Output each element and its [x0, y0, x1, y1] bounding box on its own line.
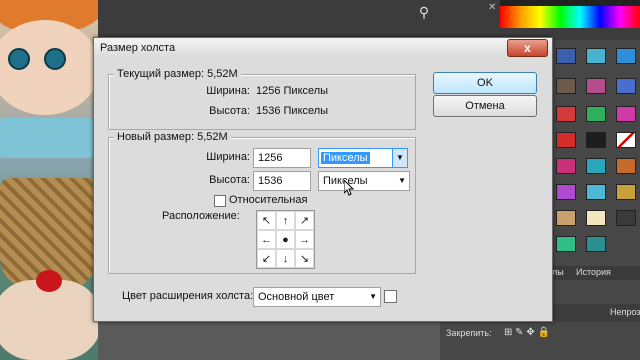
doll-eye-left — [8, 48, 30, 70]
tab-history[interactable]: История — [576, 267, 611, 277]
dialog-title: Размер холста — [100, 42, 176, 54]
width-unit-value: Пикселы — [321, 152, 370, 164]
style-swatch[interactable] — [586, 210, 606, 226]
anchor-right-icon[interactable]: → — [295, 230, 314, 249]
anchor-grid[interactable]: ↖ ↑ ↗ ← ● → ↙ ↓ ↘ — [256, 210, 315, 269]
document-canvas-photo — [0, 0, 98, 360]
style-swatch[interactable] — [586, 132, 606, 148]
style-swatch[interactable] — [586, 236, 606, 252]
current-height-label: Высота: — [209, 105, 250, 117]
anchor-top-left-icon[interactable]: ↖ — [257, 211, 276, 230]
layers-lock-bar: Закрепить: ⊞ ✎ ✥ 🔒 — [440, 322, 550, 360]
new-height-label: Высота: — [209, 174, 250, 186]
height-unit-select[interactable]: Пикселы ▼ — [318, 171, 410, 191]
style-swatch[interactable] — [586, 106, 606, 122]
chevron-down-icon: ▼ — [398, 176, 406, 185]
ok-button[interactable]: OK — [433, 72, 537, 94]
style-swatch[interactable] — [556, 236, 576, 252]
current-height-value: 1536 Пикселы — [256, 105, 329, 117]
opacity-label: Непроз — [610, 307, 640, 317]
doll-collar — [0, 118, 98, 158]
style-swatch[interactable] — [556, 132, 576, 148]
anchor-label: Расположение: — [162, 210, 240, 222]
doll-eye-right — [44, 48, 66, 70]
panel-close-icon[interactable]: ✕ — [488, 2, 496, 13]
height-input[interactable]: 1536 — [253, 171, 311, 191]
anchor-bottom-left-icon[interactable]: ↙ — [257, 249, 276, 268]
style-swatch[interactable] — [556, 78, 576, 94]
anchor-top-right-icon[interactable]: ↗ — [295, 211, 314, 230]
anchor-top-icon[interactable]: ↑ — [276, 211, 295, 230]
current-width-value: 1256 Пикселы — [256, 85, 329, 97]
relative-checkbox[interactable] — [214, 195, 226, 207]
panel-tabs: лы История — [550, 266, 640, 280]
layers-options-bar: Непроз — [550, 304, 640, 322]
color-spectrum[interactable] — [500, 6, 640, 28]
extension-color-label: Цвет расширения холста: — [122, 290, 254, 302]
tab-left[interactable]: лы — [552, 267, 564, 277]
lock-icons[interactable]: ⊞ ✎ ✥ 🔒 — [504, 327, 550, 338]
mouse-cursor-icon — [344, 180, 354, 196]
current-size-legend: Текущий размер: 5,52M — [114, 68, 241, 80]
style-swatch[interactable] — [616, 132, 636, 148]
style-swatch[interactable] — [616, 184, 636, 200]
style-swatch[interactable] — [616, 158, 636, 174]
style-swatch[interactable] — [616, 78, 636, 94]
style-swatch[interactable] — [556, 48, 576, 64]
style-swatch[interactable] — [586, 78, 606, 94]
anchor-center-icon[interactable]: ● — [276, 230, 295, 249]
width-unit-select[interactable]: Пикселы ▼ — [318, 148, 408, 168]
ladybug — [36, 270, 62, 292]
doll-hand — [0, 280, 98, 360]
anchor-left-icon[interactable]: ← — [257, 230, 276, 249]
relative-label[interactable]: Относительная — [229, 194, 307, 206]
lock-label: Закрепить: — [446, 328, 492, 338]
chevron-down-icon[interactable]: ▼ — [392, 148, 408, 168]
style-swatch[interactable] — [586, 48, 606, 64]
style-swatch[interactable] — [586, 158, 606, 174]
style-swatch[interactable] — [616, 106, 636, 122]
style-swatch[interactable] — [616, 210, 636, 226]
width-input[interactable]: 1256 — [253, 148, 311, 168]
extension-color-select[interactable]: Основной цвет ▼ — [253, 287, 381, 307]
current-width-label: Ширина: — [206, 85, 250, 97]
style-swatch[interactable] — [556, 184, 576, 200]
style-swatch[interactable] — [556, 158, 576, 174]
style-swatch[interactable] — [586, 184, 606, 200]
extension-color-value: Основной цвет — [258, 291, 335, 303]
anchor-bottom-right-icon[interactable]: ↘ — [295, 249, 314, 268]
style-swatch[interactable] — [556, 106, 576, 122]
dialog-titlebar[interactable]: Размер холста x — [94, 38, 552, 58]
photoshop-topbar: ⚲ ✕ — [98, 0, 640, 40]
style-swatch[interactable] — [556, 210, 576, 226]
new-size-legend: Новый размер: 5,52M — [114, 131, 231, 143]
new-width-label: Ширина: — [206, 151, 250, 163]
cancel-button[interactable]: Отмена — [433, 95, 537, 117]
styles-panel: лы История Непроз — [550, 40, 640, 360]
extension-color-swatch[interactable] — [384, 290, 397, 303]
style-swatch[interactable] — [616, 48, 636, 64]
close-button[interactable]: x — [507, 39, 548, 57]
anchor-bottom-icon[interactable]: ↓ — [276, 249, 295, 268]
chevron-down-icon: ▼ — [369, 292, 377, 301]
brush-tool-icon[interactable]: ⚲ — [413, 4, 435, 26]
current-size-group — [108, 74, 416, 130]
canvas-size-dialog: Размер холста x Текущий размер: 5,52M Ши… — [93, 37, 553, 322]
